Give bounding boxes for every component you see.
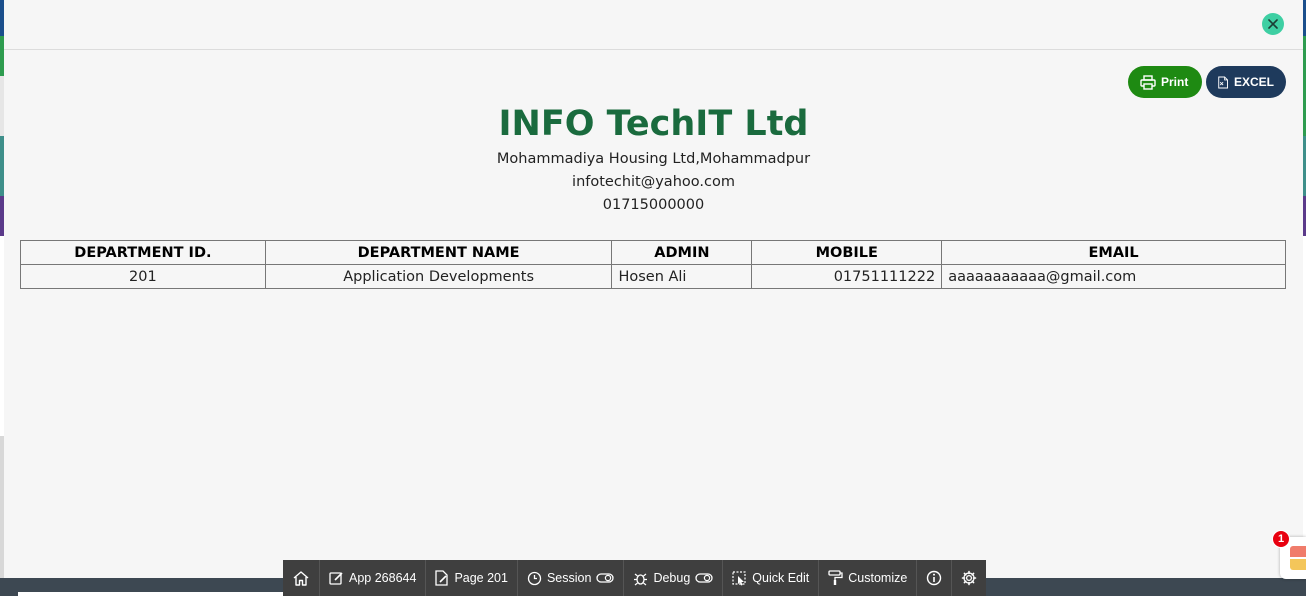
customize-label: Customize <box>848 571 908 585</box>
close-icon <box>1268 19 1278 29</box>
session-label: Session <box>546 571 592 585</box>
edit-icon <box>329 571 343 585</box>
quick-edit-button[interactable]: Quick Edit <box>723 560 820 596</box>
cell-email: aaaaaaaaaaa@gmail.com <box>941 264 1286 289</box>
bug-icon <box>634 573 648 585</box>
developer-toolbar: App 268644 Page 201 Session Debug Quick … <box>283 560 987 596</box>
cell-department-id: 201 <box>20 264 266 289</box>
paint-roller-icon <box>828 570 843 585</box>
cell-mobile: 01751111222 <box>751 264 943 289</box>
cell-department-name: Application Developments <box>264 264 613 289</box>
cell-admin: Hosen Ali <box>611 264 753 289</box>
report-dialog: Print EXCEL INFO TechIT Ltd Mohammadiya … <box>4 0 1303 578</box>
print-label: Print <box>1161 75 1189 89</box>
background-footer-tab <box>18 592 283 596</box>
clock-icon <box>527 571 542 585</box>
table-row: 201 Application Developments Hosen Ali 0… <box>20 264 1286 289</box>
toggle-icon <box>596 573 615 583</box>
page-button[interactable]: Page 201 <box>426 560 518 596</box>
settings-button[interactable] <box>952 560 986 596</box>
department-table: DEPARTMENT ID. DEPARTMENT NAME ADMIN MOB… <box>20 240 1286 289</box>
quick-edit-label: Quick Edit <box>752 571 810 585</box>
print-button[interactable]: Print <box>1128 66 1202 98</box>
printer-icon <box>1140 74 1156 90</box>
xls-file-icon <box>1218 76 1228 88</box>
company-address: Mohammadiya Housing Ltd,Mohammadpur <box>496 151 811 167</box>
gear-icon <box>962 570 977 586</box>
app-button[interactable]: App 268644 <box>320 560 427 596</box>
company-name: INFO TechIT Ltd <box>498 104 809 144</box>
table-header-row: DEPARTMENT ID. DEPARTMENT NAME ADMIN MOB… <box>20 240 1286 265</box>
debug-label: Debug <box>653 571 691 585</box>
cursor-select-icon <box>732 570 746 585</box>
header-email: EMAIL <box>941 240 1286 265</box>
session-button[interactable]: Session <box>518 560 625 596</box>
info-icon <box>927 570 942 586</box>
header-department-name: DEPARTMENT NAME <box>264 240 613 265</box>
excel-label: EXCEL <box>1233 75 1274 89</box>
home-icon <box>293 570 309 586</box>
header-mobile: MOBILE <box>751 240 943 265</box>
page-label: Page 201 <box>454 571 508 585</box>
header-admin: ADMIN <box>611 240 753 265</box>
company-phone: 01715000000 <box>602 197 705 213</box>
dialog-header <box>4 0 1303 50</box>
customize-button[interactable]: Customize <box>819 560 918 596</box>
notification-bar <box>1290 559 1306 570</box>
notification-count-badge: 1 <box>1272 530 1290 548</box>
header-department-id: DEPARTMENT ID. <box>20 240 266 265</box>
toggle-icon <box>695 573 713 583</box>
home-button[interactable] <box>283 560 320 596</box>
company-email: infotechit@yahoo.com <box>572 174 735 190</box>
debug-button[interactable]: Debug <box>624 560 724 596</box>
notification-bar <box>1290 546 1306 557</box>
close-button[interactable] <box>1262 13 1284 35</box>
info-button[interactable] <box>917 560 953 596</box>
app-label: App 268644 <box>349 571 417 585</box>
page-edit-icon <box>435 570 449 586</box>
excel-button[interactable]: EXCEL <box>1206 66 1286 98</box>
